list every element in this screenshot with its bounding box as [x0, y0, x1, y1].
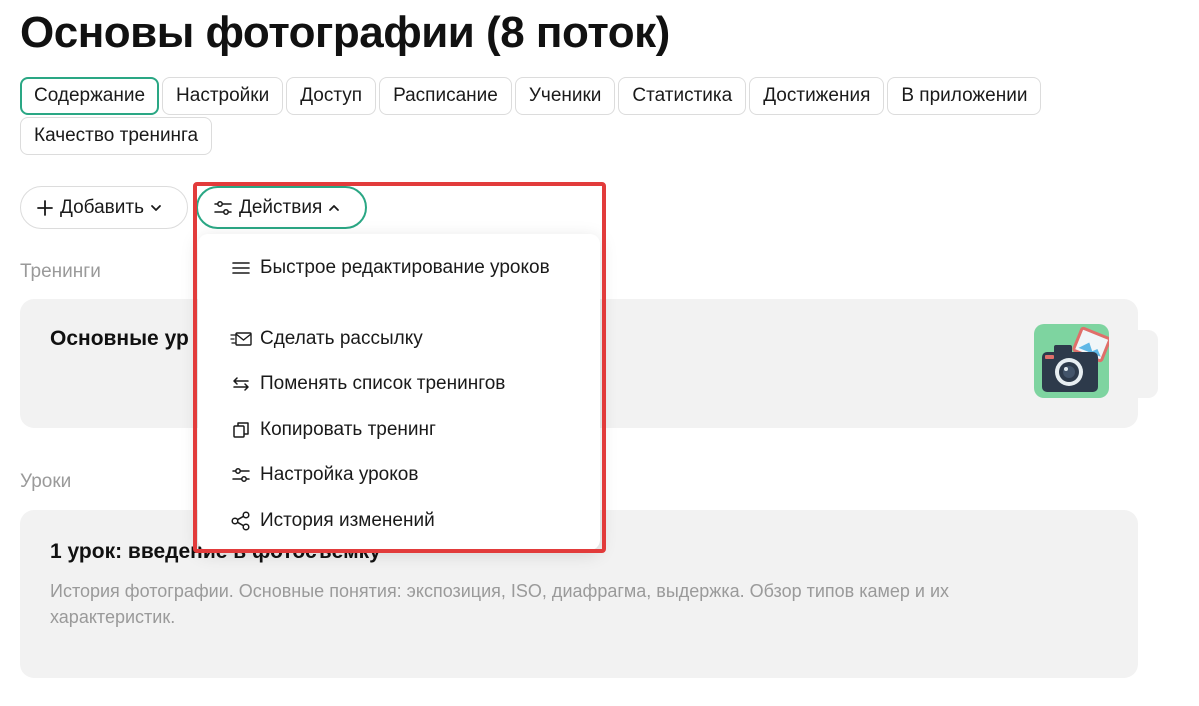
- actions-button-label: Действия: [239, 196, 323, 218]
- menu-item-change-history[interactable]: История изменений: [230, 508, 560, 534]
- lesson-card-description: История фотографии. Основные понятия: эк…: [50, 581, 950, 627]
- chevron-up-icon: [328, 204, 340, 212]
- menu-item-lesson-settings[interactable]: Настройка уроков: [230, 462, 560, 488]
- share-icon: [230, 508, 252, 534]
- menu-item-copy-training[interactable]: Копировать тренинг: [230, 417, 560, 443]
- menu-item-mailing[interactable]: Сделать рассылку: [230, 326, 560, 352]
- copy-icon: [230, 417, 252, 443]
- plus-icon: [37, 199, 53, 216]
- actions-button[interactable]: Действия: [196, 186, 367, 229]
- tabs-bar: Содержание Настройки Доступ Расписание У…: [20, 77, 1130, 155]
- tab-schedule[interactable]: Расписание: [379, 77, 512, 115]
- tab-statistics[interactable]: Статистика: [618, 77, 747, 115]
- menu-item-label: Поменять список тренингов: [260, 373, 506, 394]
- camera-icon: [1034, 324, 1109, 398]
- carousel-scroll-handle[interactable]: [1138, 330, 1158, 398]
- sliders-icon: [214, 200, 232, 216]
- mail-icon: [230, 326, 252, 352]
- tab-achievements[interactable]: Достижения: [749, 77, 885, 115]
- menu-item-quick-edit[interactable]: Быстрое редактирование уроков: [230, 255, 560, 281]
- actions-dropdown-menu: Быстрое редактирование уроков Сделать ра…: [198, 234, 600, 550]
- training-card-title: Основные ур: [50, 327, 189, 350]
- menu-item-label: Быстрое редактирование уроков: [260, 257, 550, 278]
- page-title: Основы фотографии (8 поток): [20, 8, 670, 57]
- menu-item-change-trainings[interactable]: Поменять список тренингов: [230, 371, 560, 397]
- trainings-section-label: Тренинги: [20, 261, 101, 282]
- menu-item-label: Настройка уроков: [260, 464, 419, 485]
- add-button-label: Добавить: [60, 196, 144, 218]
- menu-item-label: Копировать тренинг: [260, 419, 436, 440]
- tab-settings[interactable]: Настройки: [162, 77, 284, 115]
- tab-in-app[interactable]: В приложении: [887, 77, 1042, 115]
- lessons-section-label: Уроки: [20, 471, 72, 492]
- list-icon: [230, 255, 252, 281]
- sliders-icon: [230, 462, 252, 488]
- swap-icon: [230, 371, 252, 397]
- menu-item-label: Сделать рассылку: [260, 328, 423, 349]
- tab-students[interactable]: Ученики: [514, 77, 616, 115]
- menu-item-label: История изменений: [260, 510, 435, 531]
- tab-training-quality[interactable]: Качество тренинга: [20, 117, 213, 155]
- add-button[interactable]: Добавить: [20, 186, 188, 229]
- tab-access[interactable]: Доступ: [286, 77, 377, 115]
- tab-content[interactable]: Содержание: [20, 77, 160, 115]
- chevron-down-icon: [150, 204, 162, 212]
